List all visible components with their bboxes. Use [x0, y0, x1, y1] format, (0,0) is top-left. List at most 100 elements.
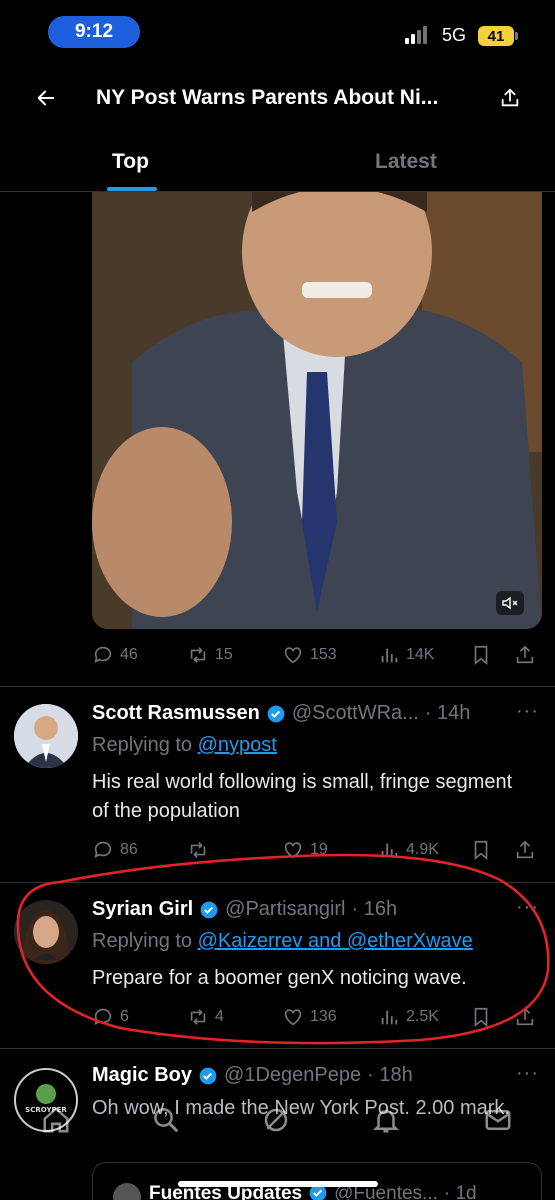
user-handle[interactable]: @Partisangirl — [225, 898, 345, 921]
notifications-icon[interactable] — [366, 1100, 406, 1140]
verified-badge-icon — [199, 1067, 217, 1084]
views-count: 2.5K — [406, 1008, 439, 1025]
reply-icon — [94, 1008, 112, 1025]
bookmark-button[interactable] — [470, 641, 492, 669]
more-icon[interactable]: ··· — [516, 1062, 539, 1085]
mention-link[interactable]: @nypost — [198, 734, 277, 756]
share-icon[interactable] — [494, 82, 526, 114]
home-icon[interactable] — [36, 1100, 76, 1140]
heart-icon — [284, 1009, 302, 1026]
share-button[interactable] — [514, 836, 536, 864]
status-bar: 9:12 5G 41 — [0, 0, 555, 66]
tab-bar: Top Latest — [0, 130, 555, 192]
tweet-header: Scott Rasmussen @ScottWRa... · 14h — [92, 702, 470, 725]
like-button[interactable]: 136 — [282, 1003, 337, 1031]
retweet-count: 15 — [215, 646, 233, 663]
reply-button[interactable]: 46 — [92, 641, 138, 669]
network-label: 5G — [442, 25, 467, 45]
reply-count: 6 — [120, 1008, 129, 1025]
reply-count: 86 — [120, 841, 138, 858]
like-count: 153 — [310, 646, 337, 663]
retweet-icon — [190, 842, 206, 858]
share-icon — [516, 645, 534, 664]
like-count: 19 — [310, 841, 328, 858]
mention-link[interactable]: @Kaizerrev and @etherXwave — [198, 930, 473, 952]
tweet-header: Magic Boy @1DegenPepe · 18h — [92, 1064, 413, 1087]
bookmark-icon — [474, 645, 488, 666]
messages-icon[interactable] — [478, 1100, 518, 1140]
retweet-icon — [190, 647, 206, 663]
retweet-button[interactable] — [187, 836, 215, 864]
avatar[interactable] — [14, 704, 78, 768]
tweet-time: · 1d — [443, 1183, 477, 1200]
avatar — [113, 1183, 141, 1200]
tweet-actions: 6 4 136 2.5K — [92, 1003, 542, 1031]
views-button[interactable]: 4.9K — [378, 836, 439, 864]
bookmark-button[interactable] — [470, 836, 492, 864]
tab-top[interactable]: Top — [112, 150, 149, 174]
user-handle[interactable]: @ScottWRa... — [292, 702, 419, 725]
display-name[interactable]: Syrian Girl — [92, 898, 193, 921]
views-icon — [381, 1010, 398, 1025]
views-count: 14K — [406, 646, 435, 663]
home-indicator — [178, 1181, 378, 1187]
tweet-syrian-girl[interactable]: Syrian Girl @Partisangirl · 16h ··· Repl… — [0, 882, 555, 1048]
signal-icon — [405, 26, 427, 44]
display-name[interactable]: Scott Rasmussen — [92, 702, 260, 725]
share-button[interactable] — [514, 641, 536, 669]
views-button[interactable]: 2.5K — [378, 1003, 439, 1031]
tweet-text: His real world following is small, fring… — [92, 771, 513, 822]
heart-icon — [284, 842, 302, 859]
retweet-button[interactable]: 4 — [187, 1003, 224, 1031]
heart-icon — [284, 647, 302, 664]
more-icon[interactable]: ··· — [516, 896, 539, 919]
share-icon — [516, 1007, 534, 1026]
reply-count: 46 — [120, 646, 138, 663]
tweet-time: · 18h — [367, 1064, 413, 1086]
user-handle[interactable]: @1DegenPepe — [224, 1064, 361, 1087]
search-icon[interactable] — [146, 1100, 186, 1140]
tab-active-indicator — [107, 187, 157, 191]
video-player[interactable] — [92, 192, 542, 629]
like-button[interactable]: 153 — [282, 641, 337, 669]
video-frame — [92, 192, 542, 629]
grok-icon[interactable] — [256, 1100, 296, 1140]
display-name[interactable]: Magic Boy — [92, 1064, 192, 1087]
tweet-header: Syrian Girl @Partisangirl · 16h — [92, 898, 397, 921]
tweet-time: · 16h — [351, 898, 398, 920]
verified-badge-icon — [267, 705, 285, 722]
tweet-time: · 14h — [424, 702, 471, 724]
reply-button[interactable]: 6 — [92, 1003, 129, 1031]
mute-icon[interactable] — [496, 591, 524, 615]
views-button[interactable]: 14K — [378, 641, 434, 669]
replying-label: Replying to — [92, 930, 193, 952]
bookmark-button[interactable] — [470, 1003, 492, 1031]
tweet-scott-rasmussen[interactable]: Scott Rasmussen @ScottWRa... · 14h ··· R… — [0, 686, 555, 882]
tab-latest[interactable]: Latest — [375, 150, 437, 174]
page-title: NY Post Warns Parents About Ni... — [96, 86, 439, 109]
arrow-left-icon[interactable] — [30, 82, 62, 114]
bottom-tab-bar — [0, 1086, 555, 1156]
like-count: 136 — [310, 1008, 337, 1025]
verified-badge-icon — [200, 901, 218, 918]
bookmark-icon — [474, 840, 488, 861]
like-button[interactable]: 19 — [282, 836, 328, 864]
bookmark-icon — [474, 1007, 488, 1028]
share-button[interactable] — [514, 1003, 536, 1031]
views-count: 4.9K — [406, 841, 439, 858]
replying-to: Replying to @nypost — [92, 734, 277, 757]
share-icon — [516, 840, 534, 859]
reply-icon — [94, 646, 112, 663]
reply-button[interactable]: 86 — [92, 836, 138, 864]
more-icon[interactable]: ··· — [516, 700, 539, 723]
post-actions: 46 15 153 14K — [92, 641, 542, 669]
avatar[interactable] — [14, 900, 78, 964]
reply-icon — [94, 841, 112, 858]
replying-to: Replying to @Kaizerrev and @etherXwave — [92, 930, 473, 953]
top-header: NY Post Warns Parents About Ni... — [0, 66, 555, 130]
battery-icon: 41 — [478, 26, 518, 46]
retweet-button[interactable]: 15 — [187, 641, 233, 669]
views-icon — [381, 843, 398, 858]
retweet-icon — [190, 1009, 206, 1025]
views-icon — [381, 648, 398, 663]
